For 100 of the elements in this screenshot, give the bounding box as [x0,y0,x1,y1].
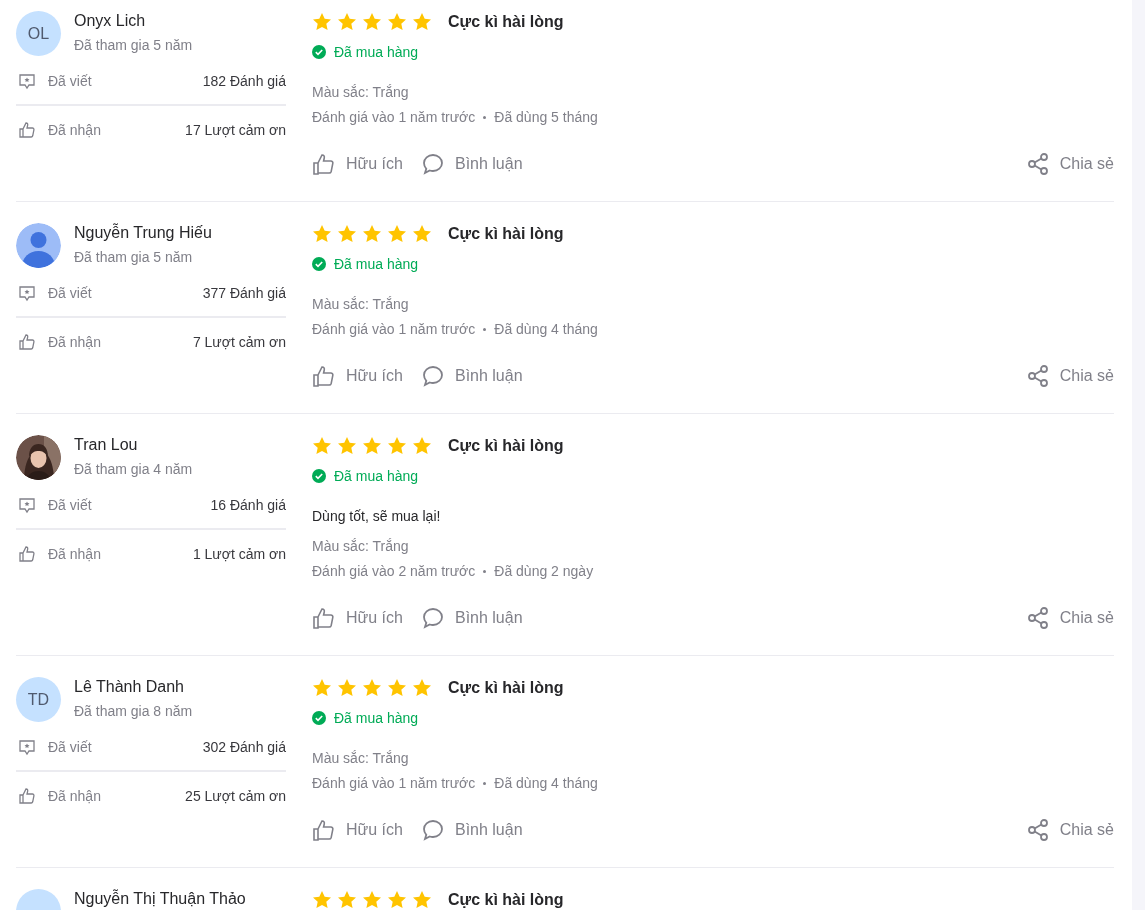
stat-label: Đã viết [48,497,93,513]
star-icon [312,436,332,456]
helpful-button[interactable]: Hữu ích [312,364,403,388]
share-icon [1025,606,1050,630]
review-date: Đánh giá vào 1 năm trước [312,108,476,127]
helpful-button[interactable]: Hữu ích [312,818,403,842]
share-button[interactable]: Chia sẻ [1025,606,1114,630]
stat-label: Đã nhận [48,121,102,138]
stat-value: 7 Lượt cảm ơn [192,333,286,350]
comment-button[interactable]: Bình luận [420,606,523,630]
rating-title: Cực kì hài lòng [448,891,564,909]
star-icon [412,436,432,456]
stat-label: Đã viết [48,285,93,301]
comment-icon [420,364,445,388]
thumbs-up-icon [312,152,336,176]
review-icon [18,496,36,514]
stat-label: Đã nhận [48,787,102,804]
usage-duration: Đã dùng 4 tháng [494,320,598,339]
review-icon [18,284,36,302]
review-icon [18,738,36,756]
star-icon [387,12,407,32]
reviewer-name: Tran Lou [74,435,139,455]
comment-icon [420,818,445,842]
avatar-silhouette-icon [16,223,61,268]
share-button[interactable]: Chia sẻ [1025,364,1114,388]
avatar: TD [16,677,61,722]
star-icon [387,678,407,698]
comment-button[interactable]: Bình luận [420,152,523,176]
thumbs-up-icon [312,364,336,388]
comment-icon [420,152,445,176]
review-date: Đánh giá vào 1 năm trước [312,320,476,339]
join-duration: Đã tham gia 8 năm [74,702,193,721]
stat-label: Đã viết [48,73,93,89]
share-icon [1025,364,1050,388]
star-icon [312,224,332,244]
product-attribute: Màu sắc: Trắng [312,537,410,556]
purchased-label: Đã mua hàng [334,709,419,728]
stat-value: 302 Đánh giá [202,739,286,755]
check-circle-icon [312,257,326,271]
share-button[interactable]: Chia sẻ [1025,152,1114,176]
check-circle-icon [312,711,326,725]
purchased-label: Đã mua hàng [334,43,419,62]
comment-button[interactable]: Bình luận [420,364,523,388]
star-icon [412,12,432,32]
star-icon [337,890,357,910]
star-icon [412,678,432,698]
stat-value: 1 Lượt cảm ơn [192,545,286,562]
purchased-label: Đã mua hàng [334,255,419,274]
star-icon [387,436,407,456]
rating-title: Cực kì hài lòng [448,679,564,697]
star-icon [362,12,382,32]
star-icon [362,890,382,910]
stat-value: 16 Đánh giá [210,497,286,513]
stat-label: Đã viết [48,739,93,755]
join-duration: Đã tham gia 5 năm [74,36,193,55]
star-icon [312,890,332,910]
share-icon [1025,152,1050,176]
review-icon [18,72,36,90]
star-icon [362,224,382,244]
share-icon [1025,818,1050,842]
check-circle-icon [312,469,326,483]
rating-title: Cực kì hài lòng [448,13,564,31]
star-icon [412,890,432,910]
reviewer-name: Lê Thành Danh [74,677,185,697]
thumbs-up-icon [18,332,36,351]
star-icon [337,436,357,456]
stat-value: 182 Đánh giá [202,73,286,89]
star-icon [337,678,357,698]
join-duration: Đã tham gia 5 năm [74,248,194,267]
share-button[interactable]: Chia sẻ [1025,818,1114,842]
thumbs-up-icon [18,786,36,805]
star-icon [337,12,357,32]
stat-value: 17 Lượt cảm ơn [185,121,286,138]
star-icon [387,890,407,910]
usage-duration: Đã dùng 5 tháng [494,108,598,127]
star-icon [362,678,382,698]
join-duration: Đã tham gia 4 năm [74,460,193,479]
stat-value: 25 Lượt cảm ơn [185,787,286,804]
star-icon [362,436,382,456]
usage-duration: Đã dùng 2 ngày [494,562,594,581]
thumbs-up-icon [312,606,336,630]
review-date: Đánh giá vào 2 năm trước [312,562,476,581]
reviewer-name: Onyx Lich [74,11,147,31]
thumbs-up-icon [18,544,36,563]
product-attribute: Màu sắc: Trắng [312,749,410,768]
avatar: OL [16,11,61,56]
star-icon [312,678,332,698]
thumbs-up-icon [312,818,336,842]
helpful-button[interactable]: Hữu ích [312,152,403,176]
check-circle-icon [312,45,326,59]
usage-duration: Đã dùng 4 tháng [494,774,598,793]
product-attribute: Màu sắc: Trắng [312,295,410,314]
stat-value: 377 Đánh giá [202,285,286,301]
comment-icon [420,606,445,630]
stat-label: Đã nhận [48,333,102,350]
comment-button[interactable]: Bình luận [420,818,523,842]
star-icon [337,224,357,244]
stat-label: Đã nhận [48,545,102,562]
review-date: Đánh giá vào 1 năm trước [312,774,476,793]
helpful-button[interactable]: Hữu ích [312,606,403,630]
